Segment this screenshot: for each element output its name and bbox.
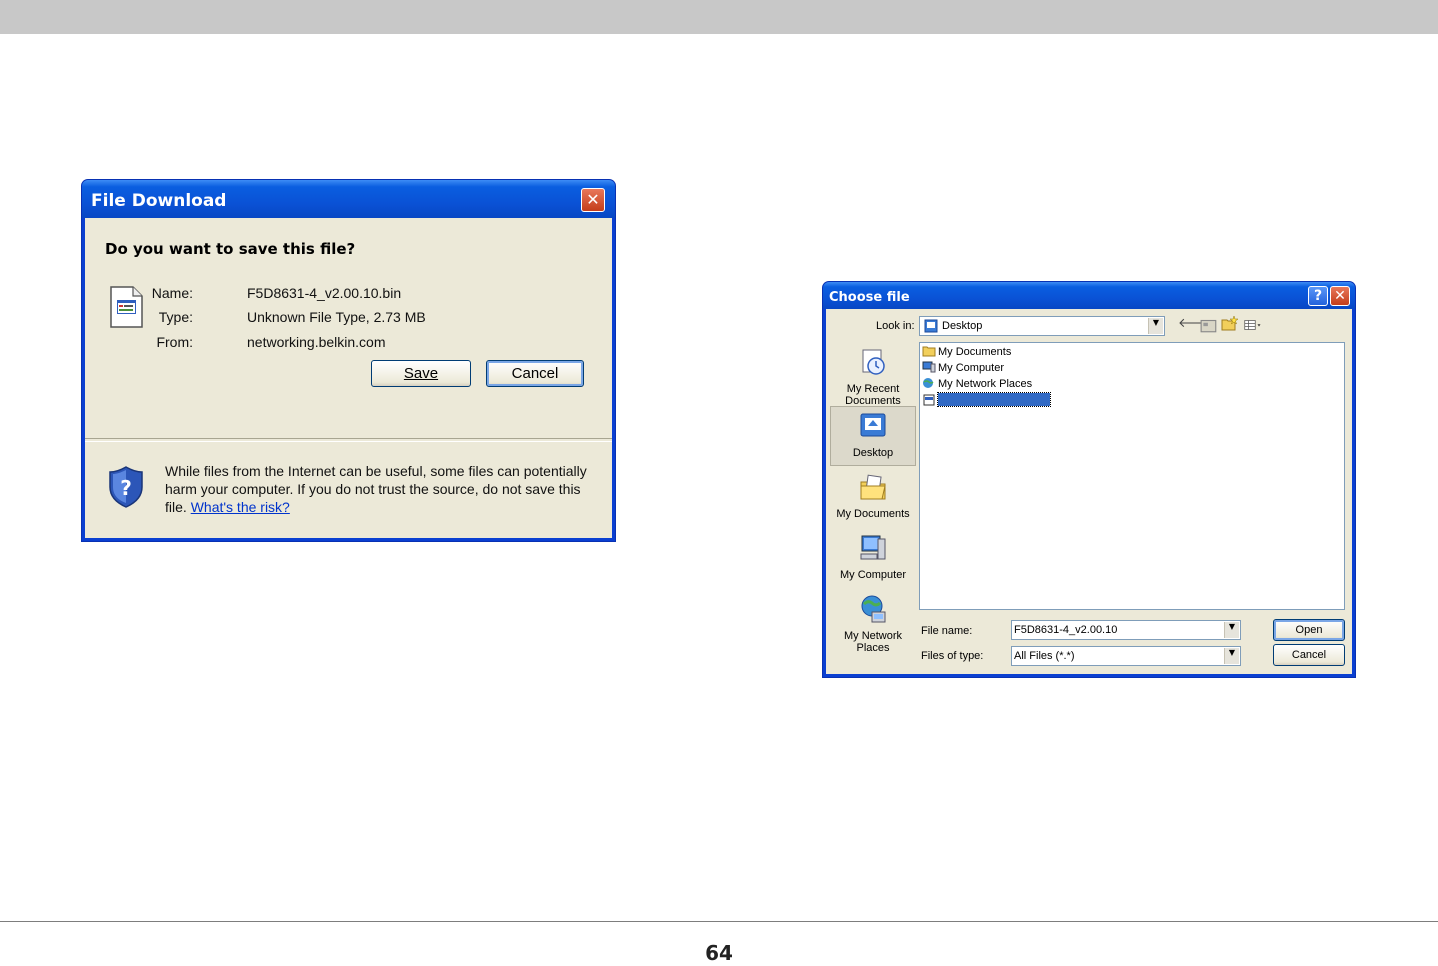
- help-icon[interactable]: ?: [1308, 286, 1328, 306]
- choose-file-dialog: Choose file ? ✕ Look in: Desktop ▼ 🡐 My …: [823, 282, 1355, 677]
- file-name-label: File name:: [921, 625, 973, 637]
- close-icon[interactable]: ✕: [1330, 286, 1350, 306]
- save-question: Do you want to save this file?: [105, 240, 356, 258]
- field-value: Unknown File Type, 2.73 MB: [247, 309, 426, 325]
- dialog-title: Choose file: [829, 290, 910, 305]
- svg-text:?: ?: [120, 476, 132, 500]
- file-name: My Network Places: [938, 378, 1033, 390]
- new-folder-icon[interactable]: [1221, 315, 1239, 331]
- file-name-value: F5D8631-4_v2.00.10: [1014, 624, 1118, 636]
- open-button[interactable]: Open: [1273, 619, 1345, 641]
- choose-file-titlebar[interactable]: Choose file ? ✕: [823, 282, 1355, 309]
- desktop-icon: [860, 413, 886, 437]
- computer-icon: [922, 361, 936, 373]
- file-name: My Documents: [938, 346, 1012, 358]
- file-download-dialog: File Download ✕ Do you want to save this…: [82, 180, 615, 541]
- recent-documents-icon: [862, 349, 885, 375]
- place-label: Desktop: [852, 447, 894, 459]
- security-shield-icon: ?: [109, 466, 143, 508]
- my-computer-icon: [860, 535, 886, 560]
- field-label: From:: [156, 334, 193, 350]
- separator: [85, 438, 612, 442]
- file-name: [937, 392, 1051, 407]
- save-button-label: Save: [403, 365, 439, 382]
- file-download-titlebar[interactable]: File Download ✕: [82, 180, 615, 218]
- field-label: Type:: [158, 309, 193, 325]
- place-label: My Recent Documents: [845, 383, 901, 407]
- look-in-select[interactable]: Desktop ▼: [919, 316, 1165, 336]
- place-my-documents[interactable]: My Documents: [830, 472, 916, 528]
- page-number: 64: [705, 941, 733, 965]
- field-label: Name:: [151, 285, 193, 301]
- list-item[interactable]: My Computer: [922, 361, 1004, 376]
- cancel-button[interactable]: Cancel: [1273, 644, 1345, 666]
- top-header-bar: [0, 0, 1438, 34]
- file-type-value: All Files (*.*): [1014, 650, 1075, 662]
- list-item[interactable]: My Network Places: [922, 377, 1032, 392]
- back-icon[interactable]: 🡐: [1178, 316, 1213, 332]
- place-label: My Computer: [839, 569, 907, 581]
- save-button[interactable]: Save: [371, 360, 471, 387]
- file-download-body: Do you want to save this file? Name: F5D…: [85, 218, 612, 538]
- cancel-button[interactable]: Cancel: [486, 360, 584, 387]
- up-folder-icon[interactable]: [1200, 317, 1218, 333]
- cancel-button-label: Cancel: [511, 365, 559, 382]
- file-list[interactable]: My Documents My Computer My Network Plac…: [919, 342, 1345, 610]
- place-label: My Documents: [836, 508, 910, 520]
- cancel-button-label: Cancel: [1291, 649, 1327, 661]
- file-icon: [923, 394, 935, 406]
- choose-file-body: Look in: Desktop ▼ 🡐 My Recent Documents: [826, 309, 1352, 674]
- field-value: F5D8631-4_v2.00.10.bin: [247, 285, 402, 301]
- chevron-down-icon[interactable]: ▼: [1148, 318, 1163, 334]
- place-my-computer[interactable]: My Computer: [830, 533, 916, 589]
- open-button-label: Open: [1295, 624, 1323, 636]
- folder-icon: [922, 346, 936, 357]
- list-item[interactable]: My Documents: [922, 345, 1011, 360]
- network-icon: [923, 378, 934, 388]
- look-in-label: Look in:: [876, 320, 915, 332]
- footer-divider: [0, 921, 1438, 922]
- file-type-select[interactable]: All Files (*.*) ▼: [1011, 646, 1241, 666]
- place-network-places[interactable]: My Network Places: [830, 594, 916, 654]
- dialog-title: File Download: [91, 191, 227, 211]
- views-menu-icon[interactable]: [1244, 317, 1262, 333]
- place-label: My Network Places: [843, 630, 903, 654]
- place-recent-documents[interactable]: My Recent Documents: [830, 347, 916, 407]
- my-documents-icon: [860, 474, 886, 500]
- places-bar: My Recent Documents Desktop My Documents…: [830, 339, 916, 664]
- place-desktop[interactable]: Desktop: [830, 406, 916, 466]
- chevron-down-icon[interactable]: ▼: [1224, 622, 1239, 638]
- risk-link[interactable]: What's the risk?: [191, 499, 290, 515]
- file-name: My Computer: [938, 362, 1005, 374]
- chevron-down-icon[interactable]: ▼: [1224, 648, 1239, 664]
- file-name-input[interactable]: F5D8631-4_v2.00.10 ▼: [1011, 620, 1241, 640]
- file-type-label: Files of type:: [921, 650, 984, 662]
- look-in-value: Desktop: [942, 320, 983, 332]
- list-item-selected[interactable]: [922, 392, 1051, 408]
- desktop-icon: [924, 319, 938, 333]
- field-value: networking.belkin.com: [247, 334, 386, 350]
- close-icon[interactable]: ✕: [581, 188, 605, 212]
- security-warning: While files from the Internet can be use…: [165, 462, 595, 516]
- network-places-icon: [861, 595, 886, 623]
